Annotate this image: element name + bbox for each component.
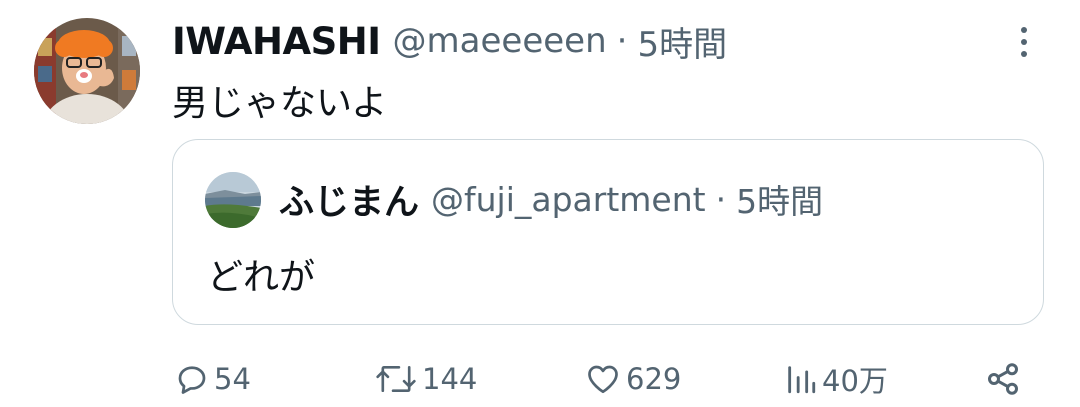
quoted-header: ふじまん @fuji_apartment · 5時間 — [279, 173, 823, 225]
tweet-timestamp[interactable]: 5時間 — [637, 17, 727, 66]
more-vertical-icon[interactable] — [1008, 22, 1040, 62]
landscape-photo-icon — [205, 172, 261, 228]
author-avatar[interactable] — [34, 18, 140, 124]
profile-photo-icon — [34, 18, 140, 124]
views-count: 40万 — [822, 364, 888, 398]
quoted-author-handle: @fuji_apartment — [431, 179, 706, 219]
tweet-header: IWAHASHI @maeeeeen · 5時間 — [172, 16, 727, 66]
retweet-count: 144 — [422, 362, 478, 396]
reply-icon — [178, 366, 206, 394]
retweet-icon — [376, 365, 416, 393]
more-dot — [1021, 51, 1027, 57]
more-dot — [1021, 27, 1027, 33]
quoted-author-name: ふじまん — [279, 182, 420, 223]
retweet-button[interactable]: 144 — [374, 352, 477, 406]
reply-button[interactable]: 54 — [174, 352, 251, 406]
quoted-separator-dot: · — [715, 179, 727, 219]
action-bar: 54 144 629 40万 — [0, 352, 1080, 406]
author-handle[interactable]: @maeeeeen — [393, 21, 607, 61]
share-icon — [988, 363, 1018, 395]
heart-icon — [588, 365, 618, 394]
quoted-timestamp: 5時間 — [736, 182, 824, 221]
quoted-text: どれが — [207, 257, 316, 298]
views-chart-icon — [788, 366, 816, 394]
like-count: 629 — [626, 362, 682, 396]
reply-count: 54 — [214, 362, 251, 396]
more-dot — [1021, 39, 1027, 45]
quoted-author-avatar[interactable] — [205, 172, 261, 228]
author-name[interactable]: IWAHASHI — [172, 20, 381, 63]
tweet-text: 男じゃないよ — [172, 83, 388, 124]
separator-dot: · — [616, 21, 628, 61]
share-button[interactable] — [984, 352, 1022, 406]
tweet-card: IWAHASHI @maeeeeen · 5時間 男じゃないよ ふじまん @fu… — [0, 0, 1080, 407]
quoted-tweet[interactable]: ふじまん @fuji_apartment · 5時間 どれが — [172, 139, 1044, 325]
like-button[interactable]: 629 — [584, 352, 681, 406]
views-button[interactable]: 40万 — [784, 352, 888, 406]
